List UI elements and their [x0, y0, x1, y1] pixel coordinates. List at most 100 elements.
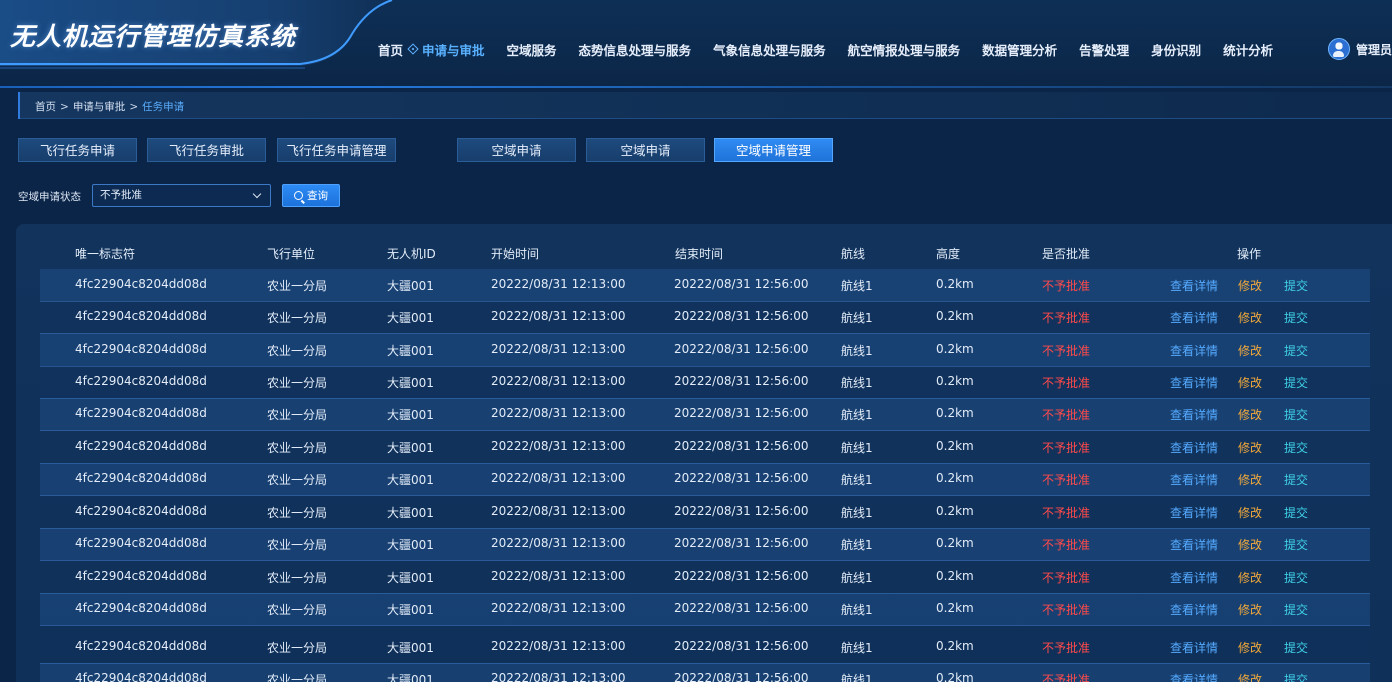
breadcrumb-home[interactable]: 首页 — [35, 101, 56, 113]
edit-link[interactable]: 修改 — [1238, 277, 1262, 294]
cell-status: 不予批准 — [1042, 506, 1091, 520]
edit-link[interactable]: 修改 — [1238, 439, 1262, 456]
view-detail-link[interactable]: 查看详情 — [1170, 277, 1218, 294]
cell-height: 0.2km — [936, 439, 974, 453]
table-row: 4fc22904c8204dd08d 农业一分局 大疆001 20222/08/31 … — [40, 561, 1370, 594]
nav-aero-intel[interactable]: 航空情报处理与服务 — [848, 40, 961, 59]
nav-statistics[interactable]: 统计分析 — [1223, 40, 1273, 59]
edit-link[interactable]: 修改 — [1238, 639, 1262, 656]
edit-link[interactable]: 修改 — [1238, 471, 1262, 488]
view-detail-link[interactable]: 查看详情 — [1170, 536, 1218, 553]
cell-route: 航线1 — [841, 603, 873, 617]
submit-link[interactable]: 提交 — [1284, 406, 1308, 423]
cell-end-time: 20222/08/31 12:56:00 — [674, 439, 809, 453]
edit-link[interactable]: 修改 — [1238, 601, 1262, 618]
submit-link[interactable]: 提交 — [1284, 639, 1308, 656]
cell-start-time: 20222/08/31 12:13:00 — [491, 671, 626, 682]
cell-route: 航线1 — [841, 344, 873, 358]
table-row: 4fc22904c8204dd08d 农业一分局 大疆001 20222/08/31 … — [40, 463, 1370, 496]
table-row: 4fc22904c8204dd08d 农业一分局 大疆001 20222/08/31 … — [40, 528, 1370, 561]
cell-end-time: 20222/08/31 12:56:00 — [674, 569, 809, 583]
tab-airspace-apply-2[interactable]: 空域申请 — [586, 138, 705, 162]
cell-uav-id: 大疆001 — [387, 571, 434, 585]
cell-id: 4fc22904c8204dd08d — [75, 277, 207, 291]
cell-status: 不予批准 — [1042, 571, 1091, 585]
submit-link[interactable]: 提交 — [1284, 601, 1308, 618]
submit-link[interactable]: 提交 — [1284, 277, 1308, 294]
edit-link[interactable]: 修改 — [1238, 406, 1262, 423]
view-detail-link[interactable]: 查看详情 — [1170, 671, 1218, 682]
submit-link[interactable]: 提交 — [1284, 536, 1308, 553]
nav-home[interactable]: 首页 — [378, 40, 403, 59]
status-select-value: 不予批准 — [100, 189, 142, 201]
submit-link[interactable]: 提交 — [1284, 569, 1308, 586]
cell-height: 0.2km — [936, 569, 974, 583]
cell-end-time: 20222/08/31 12:56:00 — [674, 406, 809, 420]
cell-status: 不予批准 — [1042, 408, 1091, 422]
cell-uav-id: 大疆001 — [387, 376, 434, 390]
submit-link[interactable]: 提交 — [1284, 439, 1308, 456]
view-detail-link[interactable]: 查看详情 — [1170, 309, 1218, 326]
edit-link[interactable]: 修改 — [1238, 536, 1262, 553]
nav-data-analysis[interactable]: 数据管理分析 — [982, 40, 1057, 59]
edit-link[interactable]: 修改 — [1238, 309, 1262, 326]
submit-link[interactable]: 提交 — [1284, 471, 1308, 488]
edit-link[interactable]: 修改 — [1238, 374, 1262, 391]
query-button-label: 查询 — [307, 190, 328, 202]
view-detail-link[interactable]: 查看详情 — [1170, 374, 1218, 391]
cell-end-time: 20222/08/31 12:56:00 — [674, 601, 809, 615]
breadcrumb-section[interactable]: 申请与审批 — [73, 101, 126, 113]
cell-uav-id: 大疆001 — [387, 603, 434, 617]
nav-active-diamond-icon — [407, 43, 419, 55]
view-detail-link[interactable]: 查看详情 — [1170, 639, 1218, 656]
cell-id: 4fc22904c8204dd08d — [75, 374, 207, 388]
edit-link[interactable]: 修改 — [1238, 671, 1262, 682]
cell-route: 航线1 — [841, 641, 873, 655]
nav-alarm[interactable]: 告警处理 — [1079, 40, 1129, 59]
table-row: 4fc22904c8204dd08d 农业一分局 大疆001 20222/08/31 … — [40, 334, 1370, 367]
view-detail-link[interactable]: 查看详情 — [1170, 601, 1218, 618]
query-button[interactable]: 查询 — [282, 184, 340, 207]
cell-status: 不予批准 — [1042, 641, 1091, 655]
tab-flight-task-approve[interactable]: 飞行任务审批 — [147, 138, 266, 162]
cell-end-time: 20222/08/31 12:56:00 — [674, 342, 809, 356]
edit-link[interactable]: 修改 — [1238, 504, 1262, 521]
cell-unit: 农业一分局 — [267, 344, 328, 358]
submit-link[interactable]: 提交 — [1284, 671, 1308, 682]
tab-flight-task-apply[interactable]: 飞行任务申请 — [18, 138, 137, 162]
cell-uav-id: 大疆001 — [387, 408, 434, 422]
nav-situation-info[interactable]: 态势信息处理与服务 — [579, 40, 692, 59]
user-menu[interactable]: 管理员 — [1328, 38, 1392, 60]
cell-unit: 农业一分局 — [267, 473, 328, 487]
status-select[interactable]: 不予批准 — [92, 184, 271, 207]
edit-link[interactable]: 修改 — [1238, 342, 1262, 359]
submit-link[interactable]: 提交 — [1284, 504, 1308, 521]
cell-status: 不予批准 — [1042, 344, 1091, 358]
view-detail-link[interactable]: 查看详情 — [1170, 504, 1218, 521]
cell-uav-id: 大疆001 — [387, 506, 434, 520]
nav-airspace-service[interactable]: 空域服务 — [507, 40, 557, 59]
col-header-id: 唯一标志符 — [75, 247, 136, 261]
nav-identity[interactable]: 身份识别 — [1151, 40, 1201, 59]
tab-flight-task-manage[interactable]: 飞行任务申请管理 — [277, 138, 396, 162]
cell-status: 不予批准 — [1042, 376, 1091, 390]
view-detail-link[interactable]: 查看详情 — [1170, 342, 1218, 359]
view-detail-link[interactable]: 查看详情 — [1170, 471, 1218, 488]
nav-weather-info[interactable]: 气象信息处理与服务 — [713, 40, 826, 59]
top-header: 无人机运行管理仿真系统 首页 申请与审批 空域服务 态势信息处理与服务 气象信息… — [0, 0, 1392, 88]
view-detail-link[interactable]: 查看详情 — [1170, 569, 1218, 586]
edit-link[interactable]: 修改 — [1238, 569, 1262, 586]
nav-apply-approve[interactable]: 申请与审批 — [422, 40, 485, 59]
cell-status: 不予批准 — [1042, 603, 1091, 617]
submit-link[interactable]: 提交 — [1284, 374, 1308, 391]
cell-unit: 农业一分局 — [267, 538, 328, 552]
cell-end-time: 20222/08/31 12:56:00 — [674, 536, 809, 550]
view-detail-link[interactable]: 查看详情 — [1170, 439, 1218, 456]
col-header-end: 结束时间 — [675, 247, 724, 261]
tab-airspace-manage[interactable]: 空域申请管理 — [714, 138, 833, 162]
view-detail-link[interactable]: 查看详情 — [1170, 406, 1218, 423]
submit-link[interactable]: 提交 — [1284, 342, 1308, 359]
cell-height: 0.2km — [936, 374, 974, 388]
submit-link[interactable]: 提交 — [1284, 309, 1308, 326]
tab-airspace-apply-1[interactable]: 空域申请 — [457, 138, 576, 162]
